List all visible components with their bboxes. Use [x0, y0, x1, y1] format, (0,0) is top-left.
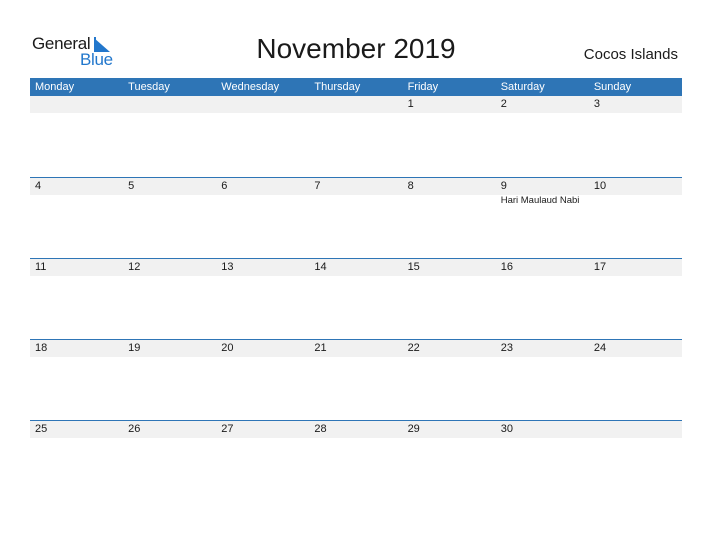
day-number: 14 — [314, 261, 327, 273]
holiday-label: Hari Maulaud Nabi — [500, 195, 580, 206]
day-cell: 15 — [403, 259, 496, 276]
day-cell: 16 — [496, 259, 589, 276]
day-cell: 14 — [309, 259, 402, 276]
day-number: 11 — [35, 261, 47, 273]
day-number: 21 — [314, 342, 327, 354]
day-number-band: 4 5 6 7 8 9 Hari Maulaud Nabi 10 — [30, 178, 682, 206]
day-cell: 17 — [589, 259, 682, 276]
weekday-wednesday: Wednesday — [221, 81, 280, 93]
day-cell: 18 — [30, 340, 123, 357]
day-number: 26 — [128, 423, 141, 435]
week-row: 1 2 3 — [30, 96, 682, 177]
day-cell — [30, 96, 123, 113]
day-cell: 21 — [309, 340, 402, 357]
day-number: 27 — [221, 423, 234, 435]
day-cell: 25 — [30, 421, 123, 438]
day-cell — [589, 421, 682, 438]
day-number: 2 — [500, 98, 507, 110]
day-cell: 27 — [216, 421, 309, 438]
week-row: 25 26 27 28 29 30 — [30, 420, 682, 501]
day-number: 10 — [593, 180, 607, 192]
day-number: 16 — [500, 261, 513, 273]
day-number: 19 — [128, 342, 141, 354]
day-cell: 19 — [123, 340, 216, 357]
day-cell: 11 — [30, 259, 123, 276]
day-cell — [309, 96, 402, 113]
weekday-tuesday: Tuesday — [128, 81, 170, 93]
day-number: 8 — [407, 180, 414, 192]
day-number: 20 — [221, 342, 234, 354]
weekday-thursday: Thursday — [314, 81, 361, 93]
day-cell: 7 — [309, 178, 402, 195]
day-number: 5 — [128, 180, 135, 192]
week-row: 11 12 13 14 15 16 17 — [30, 258, 682, 339]
day-cell: 29 — [403, 421, 496, 438]
day-cell: 13 — [216, 259, 309, 276]
day-number: 23 — [500, 342, 513, 354]
day-number-band: 25 26 27 28 29 30 — [30, 421, 682, 438]
weekday-monday: Monday — [35, 81, 75, 93]
day-number: 1 — [407, 98, 414, 110]
weekday-sunday: Sunday — [593, 81, 632, 93]
day-cell: 4 — [30, 178, 123, 195]
day-cell: 10 — [589, 178, 682, 195]
day-cell: 3 — [589, 96, 682, 113]
week-row: 4 5 6 7 8 9 Hari Maulaud Nabi 10 — [30, 177, 682, 258]
day-number-band: 1 2 3 — [30, 96, 682, 113]
day-number: 6 — [221, 180, 228, 192]
day-cell: 9 Hari Maulaud Nabi — [496, 178, 589, 206]
country-label: Cocos Islands — [583, 46, 678, 63]
day-cell: 30 — [496, 421, 589, 438]
day-number-band: 18 19 20 21 22 23 24 — [30, 340, 682, 357]
day-cell: 22 — [403, 340, 496, 357]
day-number-band: 11 12 13 14 15 16 17 — [30, 259, 682, 276]
day-number: 28 — [314, 423, 327, 435]
weeks-container: 1 2 3 4 5 6 7 8 9 Hari Maulaud Nabi 10 11 12 13 14 15 16… — [30, 96, 682, 501]
day-number: 3 — [593, 98, 600, 110]
day-cell: 26 — [123, 421, 216, 438]
day-number: 24 — [593, 342, 607, 354]
day-number: 7 — [314, 180, 321, 192]
day-cell: 24 — [589, 340, 682, 357]
weekday-friday: Friday — [407, 81, 439, 93]
day-number: 17 — [593, 261, 607, 273]
day-cell: 5 — [123, 178, 216, 195]
day-number: 9 — [500, 180, 507, 192]
day-cell: 20 — [216, 340, 309, 357]
calendar-grid: Monday Tuesday Wednesday Thursday Friday… — [30, 78, 682, 501]
day-number: 30 — [500, 423, 513, 435]
day-cell: 2 — [496, 96, 589, 113]
day-cell: 12 — [123, 259, 216, 276]
day-cell — [123, 96, 216, 113]
week-row: 18 19 20 21 22 23 24 — [30, 339, 682, 420]
day-number: 29 — [407, 423, 420, 435]
day-number: 22 — [407, 342, 420, 354]
weekday-saturday: Saturday — [500, 81, 545, 93]
day-cell: 6 — [216, 178, 309, 195]
day-cell — [216, 96, 309, 113]
weekday-header: Monday Tuesday Wednesday Thursday Friday… — [30, 78, 682, 96]
day-cell: 1 — [403, 96, 496, 113]
day-number: 12 — [128, 261, 141, 273]
day-number: 4 — [35, 180, 42, 192]
day-number: 15 — [407, 261, 420, 273]
day-number: 18 — [35, 342, 48, 354]
day-number: 25 — [35, 423, 48, 435]
day-number: 13 — [221, 261, 234, 273]
day-cell: 8 — [403, 178, 496, 195]
day-cell: 23 — [496, 340, 589, 357]
day-cell: 28 — [309, 421, 402, 438]
